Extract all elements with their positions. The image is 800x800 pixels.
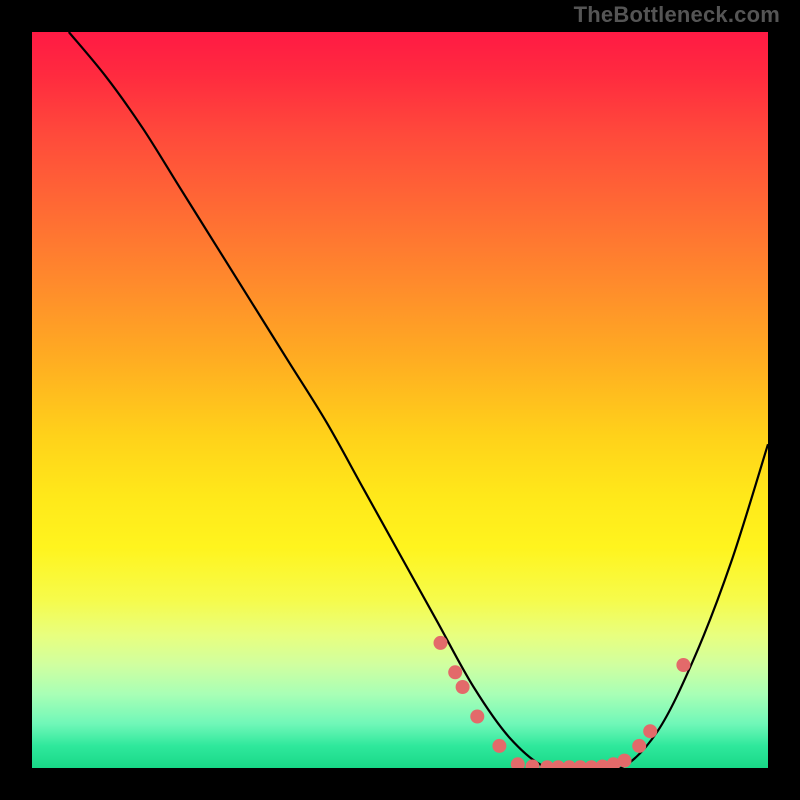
data-marker <box>618 754 632 768</box>
data-marker <box>456 680 470 694</box>
attribution-label: TheBottleneck.com <box>574 2 780 28</box>
data-marker <box>470 710 484 724</box>
data-marker <box>643 724 657 738</box>
marker-layer <box>434 636 691 768</box>
chart-frame: TheBottleneck.com <box>0 0 800 800</box>
data-marker <box>676 658 690 672</box>
chart-svg <box>32 32 768 768</box>
data-marker <box>448 665 462 679</box>
data-marker <box>511 757 525 768</box>
data-marker <box>492 739 506 753</box>
bottleneck-curve <box>69 32 768 768</box>
data-marker <box>434 636 448 650</box>
plot-area <box>32 32 768 768</box>
data-marker <box>632 739 646 753</box>
data-marker <box>526 760 540 769</box>
